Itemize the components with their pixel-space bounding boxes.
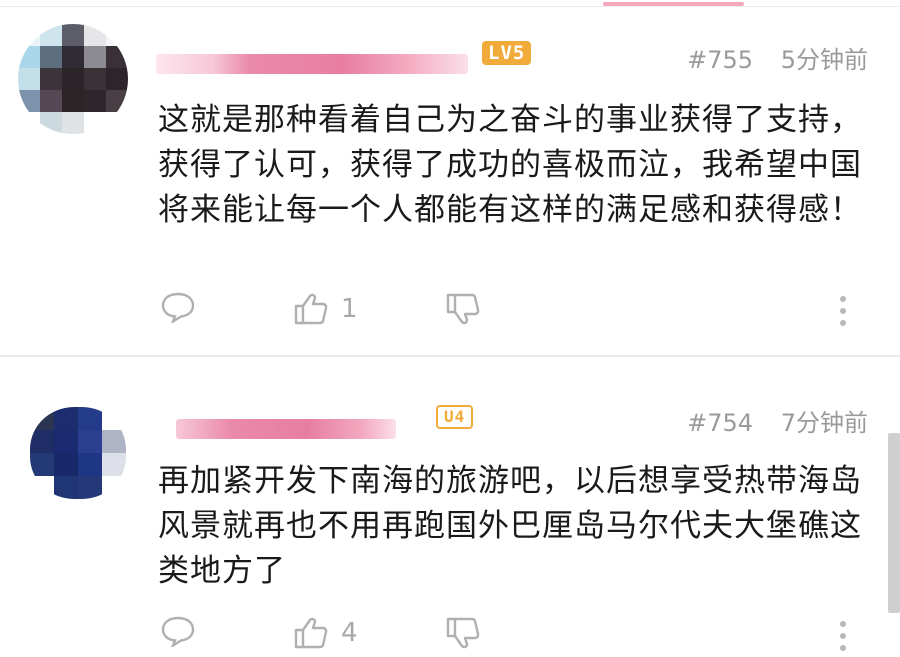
like-button[interactable]: 4: [293, 615, 358, 651]
thumbs-down-icon: [446, 617, 480, 649]
like-button[interactable]: 1: [293, 291, 358, 327]
username[interactable]: [176, 419, 396, 439]
level-badge: U4: [436, 405, 474, 429]
reply-button[interactable]: [160, 615, 196, 647]
dislike-button[interactable]: [445, 615, 481, 651]
comment-actions: 4: [158, 615, 878, 655]
comment-754: U4 #754 7分钟前 再加紧开发下南海的旅游吧，以后想享受热带海岛风景就再也…: [0, 357, 900, 651]
level-badge: LV5: [482, 41, 532, 65]
reply-button[interactable]: [160, 291, 196, 323]
vertical-ellipsis-icon: [840, 296, 846, 326]
avatar[interactable]: [18, 24, 128, 134]
comment-meta: #754 7分钟前: [667, 403, 868, 438]
comment-meta: #755 5分钟前: [667, 40, 868, 75]
dislike-button[interactable]: [445, 291, 481, 327]
timestamp: 5分钟前: [780, 46, 868, 74]
username[interactable]: [156, 54, 468, 74]
avatar[interactable]: [30, 407, 126, 499]
comment-actions: 1: [158, 291, 878, 331]
top-border: [0, 6, 900, 7]
thumbs-up-icon: [294, 617, 328, 649]
more-options-button[interactable]: [836, 294, 850, 332]
thumbs-up-icon: [294, 293, 328, 325]
like-count: 1: [341, 294, 358, 324]
comment-text: 这就是那种看着自己为之奋斗的事业获得了支持，获得了认可，获得了成功的喜极而泣，我…: [158, 102, 862, 228]
comment-text: 再加紧开发下南海的旅游吧，以后想享受热带海岛风景就再也不用再跑国外巴厘岛马尔代夫…: [158, 463, 862, 589]
active-tab-indicator: [603, 2, 744, 6]
comment-755: LV5 #755 5分钟前 这就是那种看着自己为之奋斗的事业获得了支持，获得了认…: [0, 10, 900, 355]
floor-number: #755: [687, 46, 754, 74]
vertical-ellipsis-icon: [840, 621, 846, 651]
floor-number: #754: [687, 409, 754, 437]
like-count: 4: [341, 618, 358, 648]
timestamp: 7分钟前: [780, 409, 868, 437]
speech-bubble-icon: [161, 616, 195, 647]
speech-bubble-icon: [161, 292, 195, 323]
more-options-button[interactable]: [836, 619, 850, 657]
thumbs-down-icon: [446, 293, 480, 325]
scrollbar[interactable]: [888, 433, 900, 613]
